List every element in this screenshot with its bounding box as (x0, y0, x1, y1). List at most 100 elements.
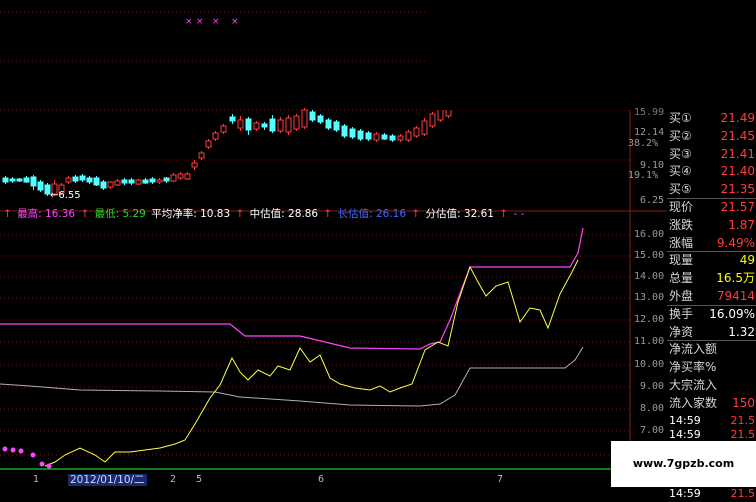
quote-row: 买③ 21.41 (667, 146, 756, 162)
price-axis-label: 6.25 (640, 195, 665, 206)
quote-label: 买⑤ (669, 182, 692, 197)
magenta-dot (18, 448, 24, 454)
price-axis-label: 38.2% (628, 138, 659, 149)
quote-row: 净资 1.32 (667, 324, 756, 340)
indicator-axis-label: 7.00 (640, 425, 665, 436)
quote-label: 总量 (669, 271, 694, 286)
candle-body (293, 115, 300, 130)
quote-row: 买④ 21.40 (667, 163, 756, 179)
quote-row: 现量 49 (667, 252, 756, 268)
candle-body (333, 121, 340, 131)
quote-label: 买③ (669, 146, 692, 161)
low-price-mark: ←6.55 (50, 190, 81, 201)
quote-value: 21.49 (720, 111, 755, 125)
legend-arrow: ↑ (3, 208, 12, 220)
magenta-valuation-line (0, 227, 584, 350)
quote-separator (667, 304, 756, 306)
candle-body (100, 181, 107, 189)
indicator-axis-label: 10.00 (634, 359, 665, 370)
tick-time: 14:59 (669, 487, 701, 501)
tick-price: 21.5 (730, 413, 756, 427)
legend-tail: - - (513, 208, 525, 220)
quote-value: 21.35 (720, 182, 755, 197)
magenta-dot (10, 447, 16, 453)
indicator-axis-label: 13.00 (634, 292, 665, 303)
quote-row: 买② 21.45 (667, 128, 756, 144)
candle-body (86, 177, 93, 183)
candle-body (285, 117, 292, 133)
overlay-box (428, 0, 756, 110)
top-markers: × × × × (185, 17, 239, 27)
selected-date[interactable]: 2012/01/10/二 (68, 474, 147, 486)
magenta-dots (2, 446, 52, 469)
low-mark-value: 6.55 (58, 190, 81, 201)
indicator-axis-label: 14.00 (634, 271, 665, 282)
candle-body (205, 140, 212, 148)
quote-label: 买① (669, 111, 692, 125)
candle-body (135, 179, 142, 185)
quote-value: 1.87 (728, 217, 755, 232)
quote-label: 换手 (669, 306, 694, 321)
candle-body (365, 132, 372, 140)
candle-body (397, 135, 404, 141)
legend-arrow: ↑ (235, 208, 245, 220)
candle-body (373, 133, 380, 141)
quote-value: 150 (732, 395, 755, 410)
legend-arrow: ↑ (411, 208, 421, 220)
quote-label: 现量 (669, 253, 694, 268)
indicator-legend: ↑ 最高: 16.36 ↑ 最低: 5.29 平均净率: 10.83 ↑ 中估值… (0, 206, 526, 222)
quote-row: 涨幅 9.49% (667, 235, 756, 251)
quote-label: 净买率% (669, 360, 717, 375)
candle-body (37, 181, 44, 191)
quote-label: 流入家数 (669, 395, 718, 410)
candle-body (317, 115, 324, 123)
candle-body (277, 119, 284, 132)
candle-body (16, 178, 23, 182)
candle-body (93, 177, 100, 186)
indicator-axis-label: 9.00 (640, 381, 665, 392)
candle-body (325, 119, 332, 129)
candle-body (114, 180, 121, 186)
quote-label: 买④ (669, 164, 692, 179)
quote-separator (667, 340, 756, 342)
candle-body (229, 116, 236, 122)
candle-body (30, 176, 37, 187)
legend-avg: 平均净率: 10.83 (151, 208, 231, 220)
quote-panel: 买① 21.49 买② 21.45 买③ 21.41 买④ 21.40 买⑤ 21.35 现价 21.… (667, 110, 756, 500)
candle-body (142, 179, 149, 184)
candle-body (163, 177, 170, 182)
quote-row: 外盘 79414 (667, 288, 756, 304)
tick-price: 21.5 (730, 487, 756, 501)
candle-body (79, 175, 86, 181)
quote-value: 21.40 (720, 164, 755, 179)
candle-body (429, 113, 436, 127)
quote-value: 21.41 (720, 146, 755, 161)
quote-label: 外盘 (669, 289, 694, 303)
candle-body (237, 119, 244, 129)
magenta-dot (2, 446, 8, 452)
candle-body (212, 132, 219, 140)
date-tick: 6 (318, 474, 325, 485)
magenta-dot (39, 461, 45, 467)
quote-row: 总量 16.5万 (667, 270, 756, 286)
candle-body (65, 177, 72, 183)
top-marker: × (231, 17, 239, 27)
candlesticks (2, 104, 452, 196)
candle-body (405, 131, 412, 141)
quote-row: 大宗流入 (667, 377, 756, 393)
indicator-axis-label: 15.00 (634, 250, 665, 261)
quote-row: 买① 21.49 (667, 110, 756, 126)
legend-part: 分估值: 32.61 (425, 208, 494, 220)
price-axis-label: 15.99 (634, 107, 665, 118)
quote-label: 现价 (669, 200, 694, 214)
quote-row: 涨跌 1.87 (667, 217, 756, 233)
yellow-price-line (44, 259, 579, 467)
candle-body (413, 127, 420, 137)
date-tick: 2 (170, 474, 177, 485)
candle-body (269, 118, 276, 132)
quote-label: 买② (669, 128, 692, 143)
quote-row: 流入家数 150 (667, 395, 756, 411)
quote-value: 16.09% (709, 306, 755, 321)
quote-value: 21.45 (720, 128, 755, 143)
candle-body (72, 176, 79, 182)
